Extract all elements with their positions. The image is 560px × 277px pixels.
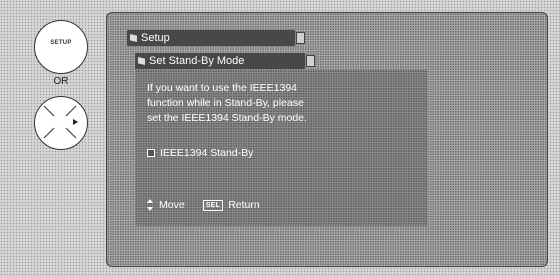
or-label: OR	[53, 76, 69, 87]
up-down-arrow-icon	[147, 199, 153, 211]
description-line: set the IEEE1394 Stand-By mode.	[147, 112, 307, 124]
tab-end-icon	[296, 32, 305, 44]
right-arrow-icon	[73, 119, 79, 126]
ieee1394-standby-option[interactable]: IEEE1394 Stand-By	[147, 147, 253, 159]
tab-standby-label: Set Stand-By Mode	[149, 55, 245, 67]
tab-setup-label: Setup	[141, 32, 170, 44]
tab-flag-icon	[130, 34, 137, 42]
direction-pad-icon	[43, 105, 79, 139]
tab-set-standby-mode[interactable]: Set Stand-By Mode	[135, 53, 315, 69]
direction-pad-button[interactable]	[34, 96, 88, 150]
tab-flag-icon	[138, 57, 145, 65]
tab-setup[interactable]: Setup	[127, 30, 305, 46]
description-line: function while in Stand-By, please	[147, 97, 304, 109]
tab-end-icon	[306, 55, 315, 67]
setup-button-label: SETUP	[50, 40, 72, 46]
return-hint-label: Return	[228, 199, 260, 211]
footer-hint-bar: Move SEL Return	[135, 195, 427, 215]
setup-button[interactable]: SETUP	[34, 20, 88, 74]
tv-setup-screen: Setup Set Stand-By Mode If you want to u…	[106, 12, 548, 267]
description-line: If you want to use the IEEE1394	[147, 82, 298, 94]
move-hint-label: Move	[159, 199, 185, 211]
sel-key-icon: SEL	[202, 199, 224, 211]
ieee1394-standby-label: IEEE1394 Stand-By	[160, 147, 254, 159]
ieee1394-standby-checkbox[interactable]	[147, 149, 155, 157]
remote-button-guide: SETUP OR	[22, 20, 98, 160]
description-text: If you want to use the IEEE1394 function…	[147, 81, 417, 126]
